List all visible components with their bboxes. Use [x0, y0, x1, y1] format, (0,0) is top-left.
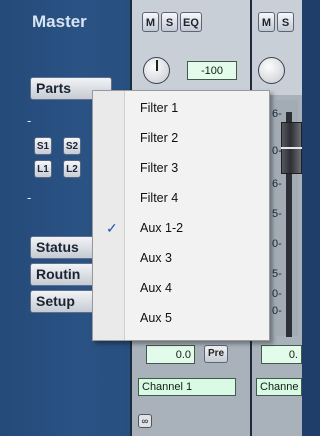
meter-tick: 5- [272, 208, 282, 220]
menu-item-label: Aux 5 [140, 311, 172, 325]
meter-tick: 6- [272, 108, 282, 120]
meter-tick: 0- [272, 145, 282, 157]
menu-item-label: Aux 3 [140, 251, 172, 265]
eq-button[interactable]: EQ [180, 12, 202, 32]
menu-item-label: Filter 4 [140, 191, 179, 205]
fader-handle-line [281, 147, 302, 149]
menu-item-aux-1-2[interactable]: ✓ Aux 1-2 [93, 215, 269, 242]
menu-item-aux-4[interactable]: Aux 4 [93, 275, 269, 302]
fader-value[interactable]: 0. [261, 345, 302, 364]
l1-button[interactable]: L1 [34, 160, 52, 178]
menu-item-filter-3[interactable]: Filter 3 [93, 155, 269, 182]
l2-button[interactable]: L2 [63, 160, 81, 178]
pre-button[interactable]: Pre [204, 345, 228, 363]
menu-item-label: Filter 2 [140, 131, 179, 145]
menu-item-filter-2[interactable]: Filter 2 [93, 125, 269, 152]
solo-button[interactable]: S [161, 12, 178, 32]
routing-button[interactable]: Routin [30, 263, 100, 286]
mute-button[interactable]: M [142, 12, 159, 32]
meter-tick: 0- [272, 238, 282, 250]
dash-label: - [27, 113, 32, 128]
menu-item-label: Aux 1-2 [140, 221, 184, 235]
menu-item-label: Filter 1 [140, 101, 179, 115]
channel-name[interactable]: Channel 1 [138, 378, 236, 396]
master-title: Master [32, 12, 87, 31]
menu-item-filter-4[interactable]: Filter 4 [93, 185, 269, 212]
dash-label: - [27, 190, 32, 205]
s2-button[interactable]: S2 [63, 137, 81, 155]
menu-item-aux-5[interactable]: Aux 5 [93, 305, 269, 332]
meter-tick: 5- [272, 268, 282, 280]
setup-button[interactable]: Setup [30, 290, 100, 313]
pan-value[interactable]: -100 [187, 61, 237, 80]
checkmark-icon: ✓ [106, 220, 118, 236]
pan-knob[interactable] [258, 57, 285, 84]
link-icon[interactable]: ∞ [138, 414, 152, 428]
status-button[interactable]: Status [30, 236, 100, 259]
menu-item-label: Aux 4 [140, 281, 172, 295]
parts-dropdown-menu: Filter 1 Filter 2 Filter 3 Filter 4 ✓ Aux… [92, 90, 270, 341]
menu-item-filter-1[interactable]: Filter 1 [93, 95, 269, 122]
mute-button[interactable]: M [258, 12, 275, 32]
s1-button[interactable]: S1 [34, 137, 52, 155]
meter-tick: 6- [272, 178, 282, 190]
fader-value[interactable]: 0.0 [146, 345, 195, 364]
meter-tick: 0- [272, 288, 282, 300]
meter-tick: 0- [272, 305, 282, 317]
menu-item-aux-3[interactable]: Aux 3 [93, 245, 269, 272]
menu-item-label: Filter 3 [140, 161, 179, 175]
channel-name[interactable]: Channe [256, 378, 302, 396]
solo-button[interactable]: S [277, 12, 294, 32]
knob-pointer [156, 60, 158, 71]
pan-knob[interactable] [143, 57, 170, 84]
